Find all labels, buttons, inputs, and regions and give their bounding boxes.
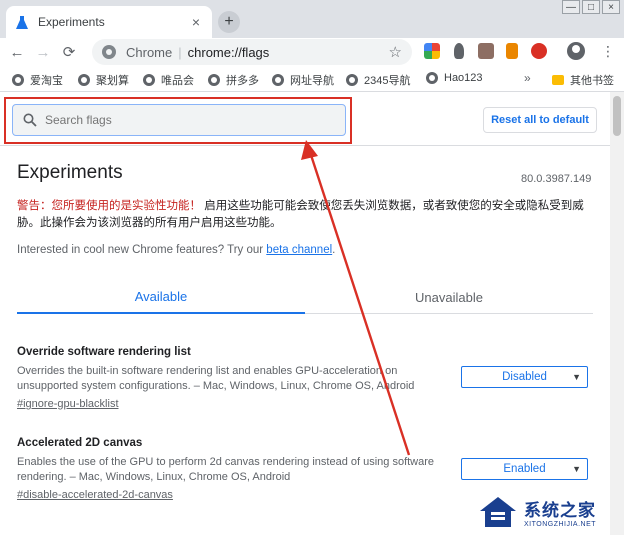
annotation-arrow bbox=[301, 140, 411, 456]
watermark-en: XITONGZHIJIA.NET bbox=[524, 520, 597, 528]
watermark-cn: 系统之家 bbox=[524, 500, 596, 520]
site-watermark: 系统之家 XITONGZHIJIA.NET bbox=[478, 488, 624, 535]
house-logo-icon bbox=[478, 495, 518, 529]
